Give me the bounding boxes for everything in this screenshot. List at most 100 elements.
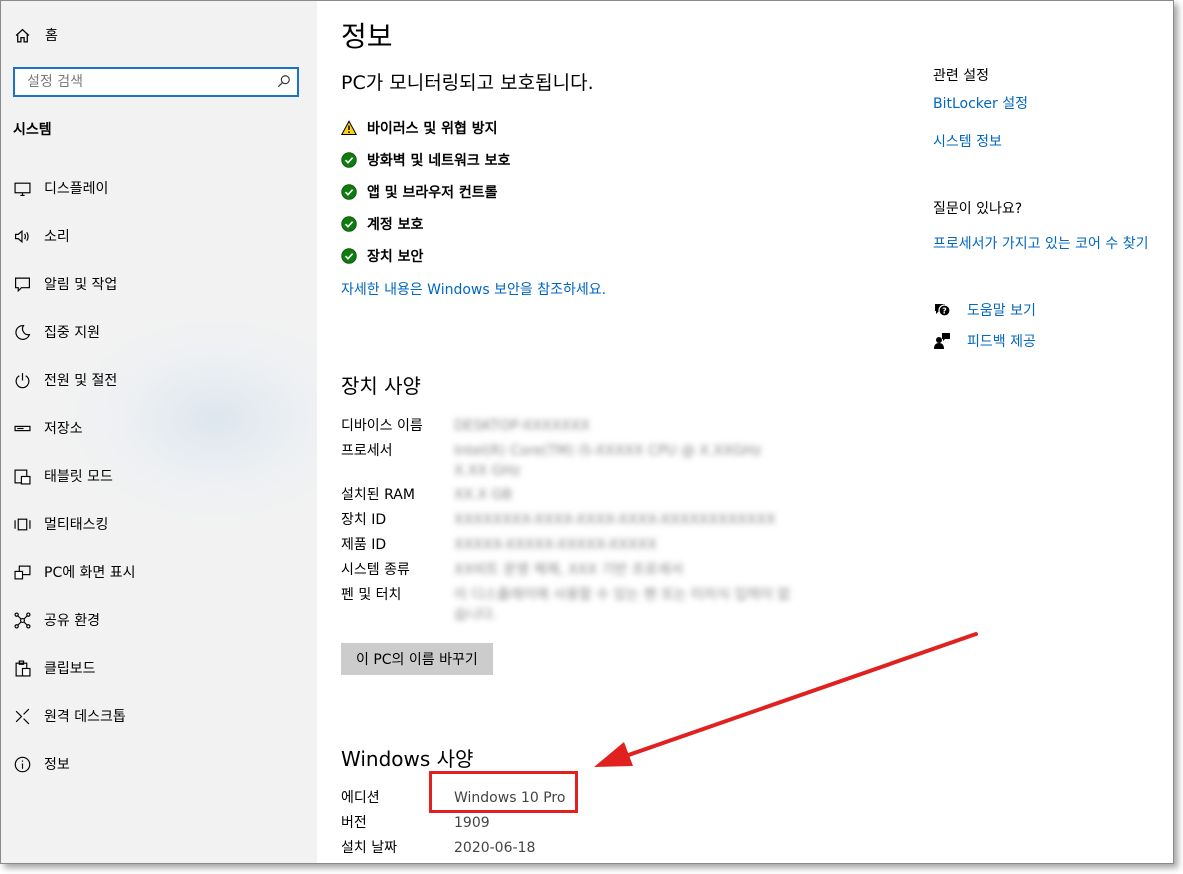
spec-value-redacted: Intel(R) Core(TM) i5-XXXXX CPU @ X.XXGHz… bbox=[454, 443, 762, 479]
spec-label: 설치 날짜 bbox=[341, 840, 397, 856]
spec-label: 디바이스 이름 bbox=[341, 418, 423, 434]
sidebar-item-label: 정보 bbox=[44, 757, 70, 773]
system-info-link[interactable]: 시스템 정보 bbox=[933, 131, 1002, 151]
get-help-link[interactable]: 도움말 보기 bbox=[967, 300, 1036, 320]
version-value: 1909 bbox=[454, 815, 490, 831]
sidebar-item-project-to-pc[interactable]: PC에 화면 표시 bbox=[1, 548, 317, 596]
sidebar-item-notifications[interactable]: 알림 및 작업 bbox=[1, 260, 317, 308]
related-settings-title: 관련 설정 bbox=[933, 68, 989, 84]
tablet-icon bbox=[13, 467, 31, 485]
sidebar-item-label: 집중 지원 bbox=[44, 325, 100, 341]
sidebar-item-label: 원격 데스크톱 bbox=[44, 709, 126, 725]
sidebar-item-label: 태블릿 모드 bbox=[44, 469, 113, 485]
sidebar-item-clipboard[interactable]: 클립보드 bbox=[1, 644, 317, 692]
spec-label: 펜 및 터치 bbox=[341, 587, 402, 603]
spec-row: 설치 날짜 2020-06-18 bbox=[341, 836, 794, 861]
monitor-icon bbox=[13, 179, 31, 197]
check-circle-icon bbox=[341, 216, 357, 232]
project-icon bbox=[13, 563, 31, 581]
security-item: 방화벽 및 네트워크 보호 bbox=[341, 144, 510, 176]
rename-pc-button[interactable]: 이 PC의 이름 바꾸기 bbox=[341, 643, 493, 675]
spec-label: 시스템 종류 bbox=[341, 562, 410, 578]
spec-row: 시스템 종류 XX비트 운영 체제, XXX 기반 프로세서 bbox=[341, 558, 794, 583]
check-circle-icon bbox=[341, 248, 357, 264]
check-circle-icon bbox=[341, 152, 357, 168]
spec-label: 설치된 RAM bbox=[341, 487, 415, 503]
spec-value-redacted: XXXXXXXX-XXXX-XXXX-XXXX-XXXXXXXXXXXX bbox=[454, 512, 776, 528]
sidebar-section-title: 시스템 bbox=[13, 122, 52, 138]
bitlocker-link[interactable]: BitLocker 설정 bbox=[933, 93, 1028, 113]
sidebar: 홈 시스템 디스플레이 소리 알림 및 작업 집중 bbox=[1, 1, 317, 863]
spec-label: 장치 ID bbox=[341, 512, 387, 528]
search-input[interactable] bbox=[25, 73, 277, 91]
sidebar-item-multitasking[interactable]: 멀티태스킹 bbox=[1, 500, 317, 548]
sidebar-item-label: 알림 및 작업 bbox=[44, 277, 118, 293]
spec-row: 펜 및 터치 이 디스플레이에 사용할 수 있는 펜 또는 터치식 입력이 없습… bbox=[341, 583, 794, 625]
spec-row: 프로세서 Intel(R) Core(TM) i5-XXXXX CPU @ X.… bbox=[341, 439, 794, 483]
sidebar-item-about[interactable]: 정보 bbox=[1, 740, 317, 788]
check-circle-icon bbox=[341, 184, 357, 200]
sidebar-item-tablet-mode[interactable]: 태블릿 모드 bbox=[1, 452, 317, 500]
home-label: 홈 bbox=[45, 28, 58, 44]
windows-specs-heading: Windows 사양 bbox=[341, 747, 474, 771]
spec-value-redacted: DESKTOP-XXXXXXX bbox=[454, 418, 590, 434]
search-icon[interactable] bbox=[277, 73, 291, 92]
spec-label: 제품 ID bbox=[341, 537, 387, 553]
sidebar-item-label: 클립보드 bbox=[44, 661, 96, 677]
main-content: 정보 PC가 모니터링되고 보호됩니다. 바이러스 및 위협 방지 방화벽 및 … bbox=[317, 1, 1173, 863]
multitask-icon bbox=[13, 515, 31, 533]
power-icon bbox=[13, 371, 31, 389]
sidebar-item-focus-assist[interactable]: 집중 지원 bbox=[1, 308, 317, 356]
sidebar-item-label: 디스플레이 bbox=[44, 181, 109, 197]
search-box[interactable] bbox=[13, 67, 299, 97]
spec-value-redacted: XX비트 운영 체제, XXX 기반 프로세서 bbox=[454, 562, 684, 578]
speaker-icon bbox=[13, 227, 31, 245]
message-icon bbox=[13, 275, 31, 293]
help-icon: ? bbox=[935, 304, 951, 317]
moon-icon bbox=[13, 323, 31, 341]
warning-icon bbox=[341, 120, 357, 135]
spec-row: 설치된 RAM XX.X GB bbox=[341, 483, 794, 508]
sidebar-item-shared-experiences[interactable]: 공유 환경 bbox=[1, 596, 317, 644]
question-title: 질문이 있나요? bbox=[933, 201, 1023, 217]
security-item-label: 방화벽 및 네트워크 보호 bbox=[367, 153, 511, 169]
security-item: 바이러스 및 위협 방지 bbox=[341, 112, 510, 144]
spec-label: 버전 bbox=[341, 815, 367, 831]
sidebar-item-label: 전원 및 절전 bbox=[44, 373, 118, 389]
svg-text:?: ? bbox=[942, 307, 947, 316]
annotation-highlight-box bbox=[429, 771, 578, 813]
sidebar-item-sound[interactable]: 소리 bbox=[1, 212, 317, 260]
spec-row: 버전 1909 bbox=[341, 811, 794, 836]
security-item-label: 계정 보호 bbox=[367, 217, 424, 233]
spec-row: 제품 ID XXXXX-XXXXX-XXXXX-XXXXX bbox=[341, 533, 794, 558]
sidebar-item-display[interactable]: 디스플레이 bbox=[1, 164, 317, 212]
security-status-list: 바이러스 및 위협 방지 방화벽 및 네트워크 보호 앱 및 브라우저 컨트롤 … bbox=[341, 112, 510, 272]
install-date-value: 2020-06-18 bbox=[454, 840, 536, 856]
storage-icon bbox=[13, 419, 31, 437]
home-nav[interactable]: 홈 bbox=[13, 25, 58, 45]
spec-row: 장치 ID XXXXXXXX-XXXX-XXXX-XXXX-XXXXXXXXXX… bbox=[341, 508, 794, 533]
feedback-row[interactable]: 피드백 제공 bbox=[933, 331, 1036, 351]
sidebar-item-storage[interactable]: 저장소 bbox=[1, 404, 317, 452]
home-icon bbox=[13, 26, 31, 44]
security-item: 장치 보안 bbox=[341, 240, 510, 272]
sidebar-item-label: 소리 bbox=[44, 229, 70, 245]
security-item: 계정 보호 bbox=[341, 208, 510, 240]
spec-row: 디바이스 이름 DESKTOP-XXXXXXX bbox=[341, 414, 794, 439]
sidebar-item-power[interactable]: 전원 및 절전 bbox=[1, 356, 317, 404]
spec-value-redacted: 이 디스플레이에 사용할 수 있는 펜 또는 터치식 입력이 없습니다. bbox=[454, 587, 791, 623]
processor-cores-link[interactable]: 프로세서가 가지고 있는 코어 수 찾기 bbox=[933, 233, 1148, 253]
sidebar-item-label: PC에 화면 표시 bbox=[44, 565, 136, 581]
sidebar-item-label: 공유 환경 bbox=[44, 613, 100, 629]
device-specs-table: 디바이스 이름 DESKTOP-XXXXXXX 프로세서 Intel(R) Co… bbox=[341, 414, 794, 625]
remote-icon bbox=[13, 707, 31, 725]
device-specs-heading: 장치 사양 bbox=[341, 374, 421, 398]
sidebar-item-remote-desktop[interactable]: 원격 데스크톱 bbox=[1, 692, 317, 740]
spec-value-redacted: XX.X GB bbox=[454, 487, 513, 503]
get-help-row[interactable]: ? 도움말 보기 bbox=[933, 300, 1036, 320]
security-item-label: 장치 보안 bbox=[367, 249, 424, 265]
spec-value-redacted: XXXXX-XXXXX-XXXXX-XXXXX bbox=[454, 537, 657, 553]
security-item-label: 앱 및 브라우저 컨트롤 bbox=[367, 185, 498, 201]
give-feedback-link[interactable]: 피드백 제공 bbox=[967, 331, 1036, 351]
windows-security-link[interactable]: 자세한 내용은 Windows 보안을 참조하세요. bbox=[341, 279, 606, 299]
